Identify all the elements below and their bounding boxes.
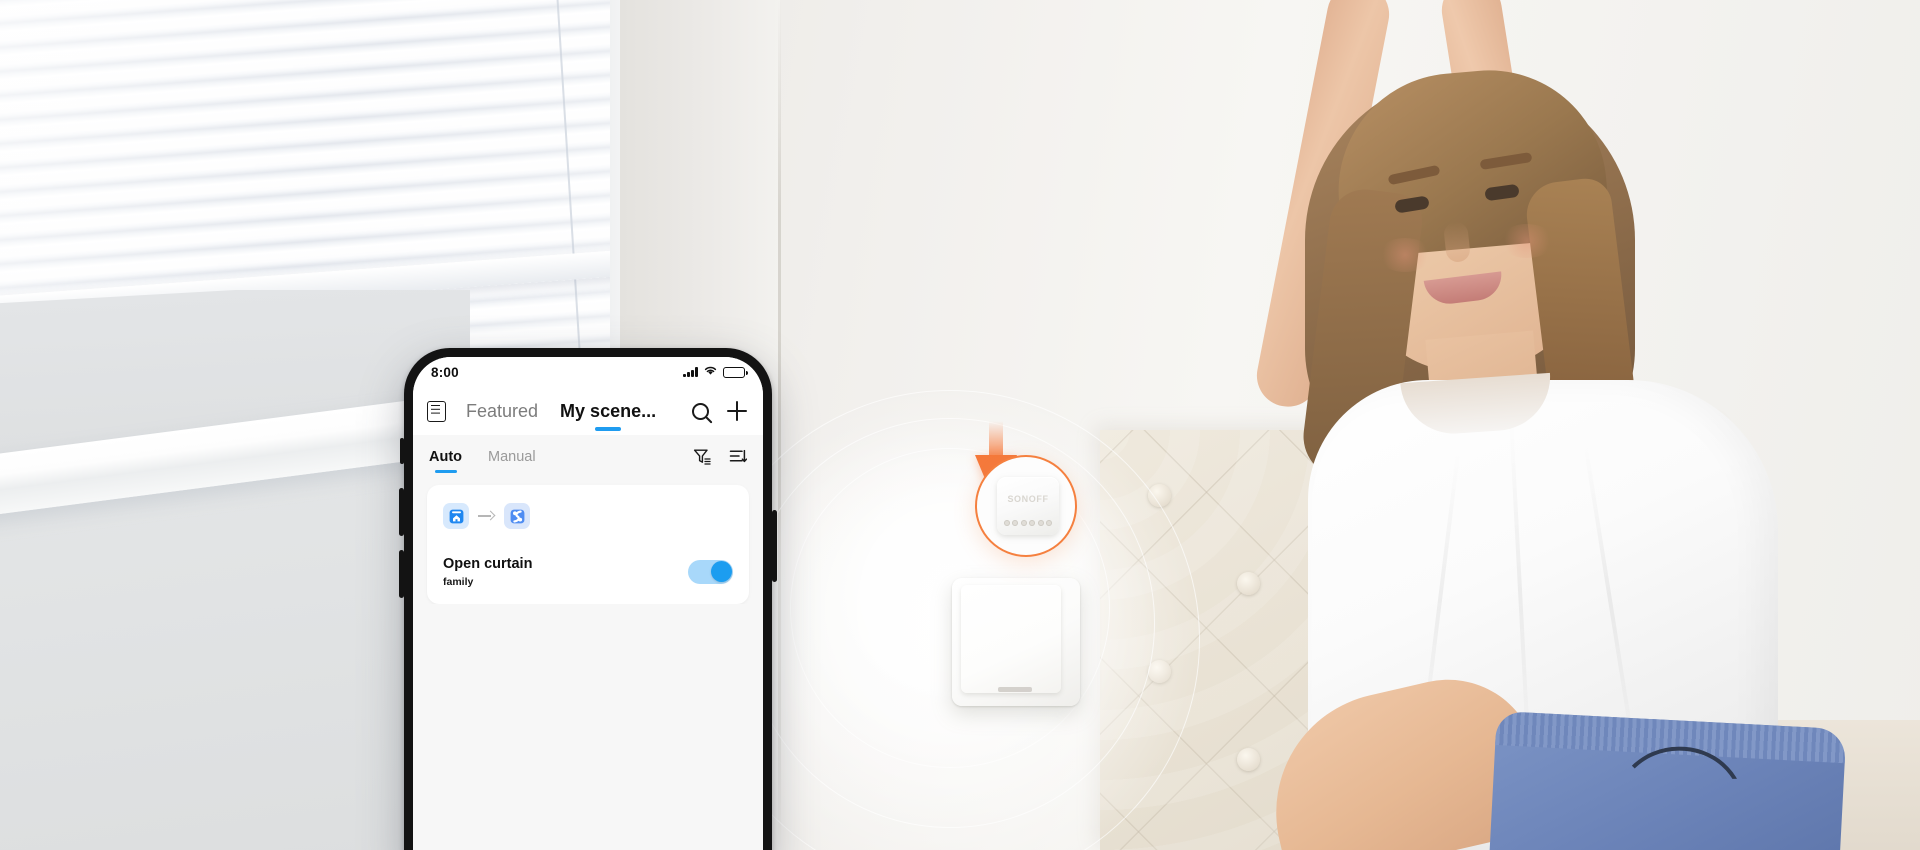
terminal xyxy=(1004,520,1010,526)
sonoff-module-callout: SONOFF xyxy=(975,455,1077,557)
tab-my-scene[interactable]: My scene... xyxy=(560,400,657,431)
power-button[interactable] xyxy=(772,510,777,582)
person-stretching xyxy=(1140,0,1920,850)
plus-icon[interactable] xyxy=(727,401,747,421)
terminal xyxy=(1045,520,1052,526)
terminal xyxy=(1029,520,1036,526)
status-time: 8:00 xyxy=(431,364,459,380)
wall-corner-edge xyxy=(778,0,781,850)
terminal xyxy=(1037,520,1044,526)
scene-title: Open curtain xyxy=(443,556,533,572)
tab-my-scene-label: My scene... xyxy=(560,400,657,421)
scene-room-label: family xyxy=(443,576,474,589)
scene-toggle[interactable] xyxy=(688,559,733,584)
wall-switch[interactable] xyxy=(952,578,1080,706)
terminal xyxy=(1012,520,1019,526)
list-menu-icon[interactable] xyxy=(427,400,446,422)
curtain-motor-icon xyxy=(504,503,530,529)
module-terminals xyxy=(1004,518,1052,528)
volume-up-button[interactable] xyxy=(399,488,404,536)
wall-switch-logo xyxy=(998,687,1032,692)
sort-icon[interactable] xyxy=(729,448,747,466)
scene-text-block: Open curtain family xyxy=(443,555,532,588)
terminal xyxy=(1020,520,1027,526)
subtab-auto[interactable]: Auto xyxy=(429,449,463,473)
scene-list: Open curtain family xyxy=(413,479,763,850)
scene-card[interactable]: Open curtain family xyxy=(427,485,749,605)
smart-home-promo-scene: SONOFF 8:00 Featured My scene... Auto Ma… xyxy=(0,0,1920,850)
search-icon[interactable] xyxy=(692,402,709,420)
scene-flow-icons xyxy=(443,503,733,529)
subtab-active-underline xyxy=(434,470,457,473)
fabric-fold xyxy=(1582,441,1638,759)
module-brand-label: SONOFF xyxy=(1007,494,1049,504)
subtab-auto-label: Auto xyxy=(429,449,463,465)
toggle-knob xyxy=(710,561,732,583)
empty-list-space xyxy=(427,604,749,845)
subtab-manual[interactable]: Manual xyxy=(488,449,536,465)
silent-switch[interactable] xyxy=(400,438,404,464)
curtain-device-icon xyxy=(443,503,469,529)
battery-icon xyxy=(723,366,748,378)
wifi-icon xyxy=(703,363,718,381)
phone-screen: 8:00 Featured My scene... Auto Manual Op… xyxy=(413,357,763,850)
volume-down-button[interactable] xyxy=(399,550,404,598)
scene-card-body: Open curtain family xyxy=(443,555,733,588)
blue-shorts xyxy=(1487,710,1847,850)
wall-switch-rocker[interactable] xyxy=(961,585,1061,693)
filter-icon[interactable] xyxy=(693,448,711,466)
sonoff-smart-module: SONOFF xyxy=(997,477,1059,535)
scene-mode-tabs: Auto Manual xyxy=(413,435,763,479)
arrow-right-icon xyxy=(478,511,495,521)
app-top-bar: Featured My scene... xyxy=(413,387,763,435)
tab-featured[interactable]: Featured xyxy=(466,401,538,422)
status-icons xyxy=(683,363,748,381)
cellular-signal-icon xyxy=(683,367,698,377)
tab-active-underline xyxy=(595,427,622,431)
cheek xyxy=(1378,238,1432,272)
status-bar: 8:00 xyxy=(413,357,763,387)
smartphone-mockup: 8:00 Featured My scene... Auto Manual Op… xyxy=(399,348,777,850)
cheek xyxy=(1500,224,1554,258)
